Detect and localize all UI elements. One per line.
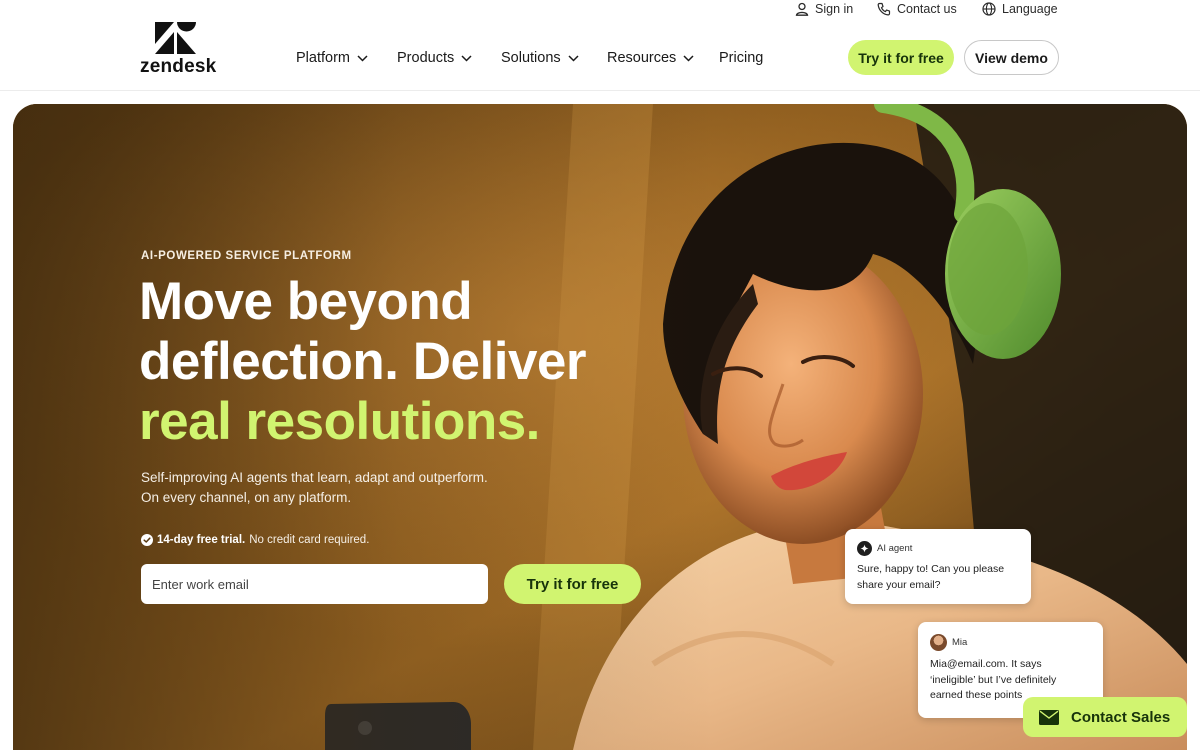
contact-sales-button[interactable]: Contact Sales [1023, 697, 1187, 737]
nav-item-pricing[interactable]: Pricing [719, 48, 763, 68]
subtext-line-1: Self-improving AI agents that learn, ada… [141, 470, 488, 485]
bubble-header: Mia [930, 634, 967, 651]
chevron-down-icon [683, 54, 694, 62]
envelope-icon [1039, 709, 1059, 725]
chevron-down-icon [568, 54, 579, 62]
mia-avatar [930, 634, 947, 651]
globe-icon [982, 2, 996, 16]
nav-item-products[interactable]: Products [397, 48, 472, 68]
subtext-line-2: On every channel, on any platform. [141, 490, 352, 505]
nav-item-label: Resources [607, 50, 677, 66]
message-line: share your email? [857, 578, 941, 591]
user-name: Mia [952, 637, 968, 648]
sign-in-label: Sign in [815, 2, 854, 16]
sparkle-icon [860, 544, 869, 553]
brand-name: zendesk [140, 56, 217, 77]
nav-item-solutions[interactable]: Solutions [501, 48, 579, 68]
try-free-button[interactable]: Try it for free [848, 40, 954, 75]
check-circle-icon [141, 534, 153, 546]
language-selector[interactable]: Language [982, 0, 1058, 18]
zendesk-logo[interactable]: zendesk [140, 22, 217, 78]
phone-icon [877, 2, 891, 16]
message-line: Mia@email.com. It says [930, 658, 1042, 670]
ai-agent-chat-bubble: AI agent Sure, happy to! Can you please … [845, 529, 1031, 604]
ai-agent-name: AI agent [877, 543, 913, 554]
site-header: zendesk Sign in Contact us Language Plat… [0, 0, 1200, 91]
view-demo-button[interactable]: View demo [964, 40, 1059, 75]
sign-in-link[interactable]: Sign in [795, 0, 853, 18]
trial-bold-text: 14-day free trial. [157, 534, 246, 546]
message-line: ‘ineligible’ but I’ve definitely [930, 673, 1057, 686]
ai-agent-avatar [857, 541, 872, 556]
hero-subtext: Self-improving AI agents that learn, ada… [141, 468, 541, 508]
language-label: Language [1002, 2, 1058, 16]
nav-item-resources[interactable]: Resources [607, 48, 694, 68]
headline-line-1: Move beyond [139, 272, 473, 331]
nav-item-platform[interactable]: Platform [296, 48, 368, 68]
ai-agent-message: Sure, happy to! Can you please share you… [857, 562, 1022, 593]
hero-try-free-button[interactable]: Try it for free [504, 564, 641, 604]
person-icon [795, 2, 809, 16]
contact-sales-label: Contact Sales [1071, 708, 1171, 726]
trial-note: 14-day free trial. No credit card requir… [141, 534, 369, 546]
hero-section: AI-POWERED SERVICE PLATFORM Move beyond … [13, 104, 1187, 750]
message-line: Sure, happy to! Can you please [857, 563, 1005, 575]
nav-item-label: Pricing [719, 50, 764, 66]
chevron-down-icon [461, 54, 472, 62]
nav-item-label: Solutions [501, 50, 561, 66]
work-email-input[interactable] [141, 564, 488, 604]
nav-item-label: Platform [296, 50, 350, 66]
trial-rest-text: No credit card required. [249, 534, 370, 546]
headline-accent: real resolutions. [139, 392, 540, 451]
zendesk-logo-mark [155, 22, 196, 54]
contact-us-label: Contact us [897, 2, 957, 16]
bubble-header: AI agent [857, 541, 912, 556]
hero-headline: Move beyond deflection. Deliver real res… [139, 272, 699, 452]
chevron-down-icon [357, 54, 368, 62]
headline-line-2: deflection. Deliver [139, 332, 587, 391]
contact-us-link[interactable]: Contact us [877, 0, 957, 18]
nav-item-label: Products [397, 50, 455, 66]
hero-eyebrow: AI-POWERED SERVICE PLATFORM [141, 250, 352, 262]
